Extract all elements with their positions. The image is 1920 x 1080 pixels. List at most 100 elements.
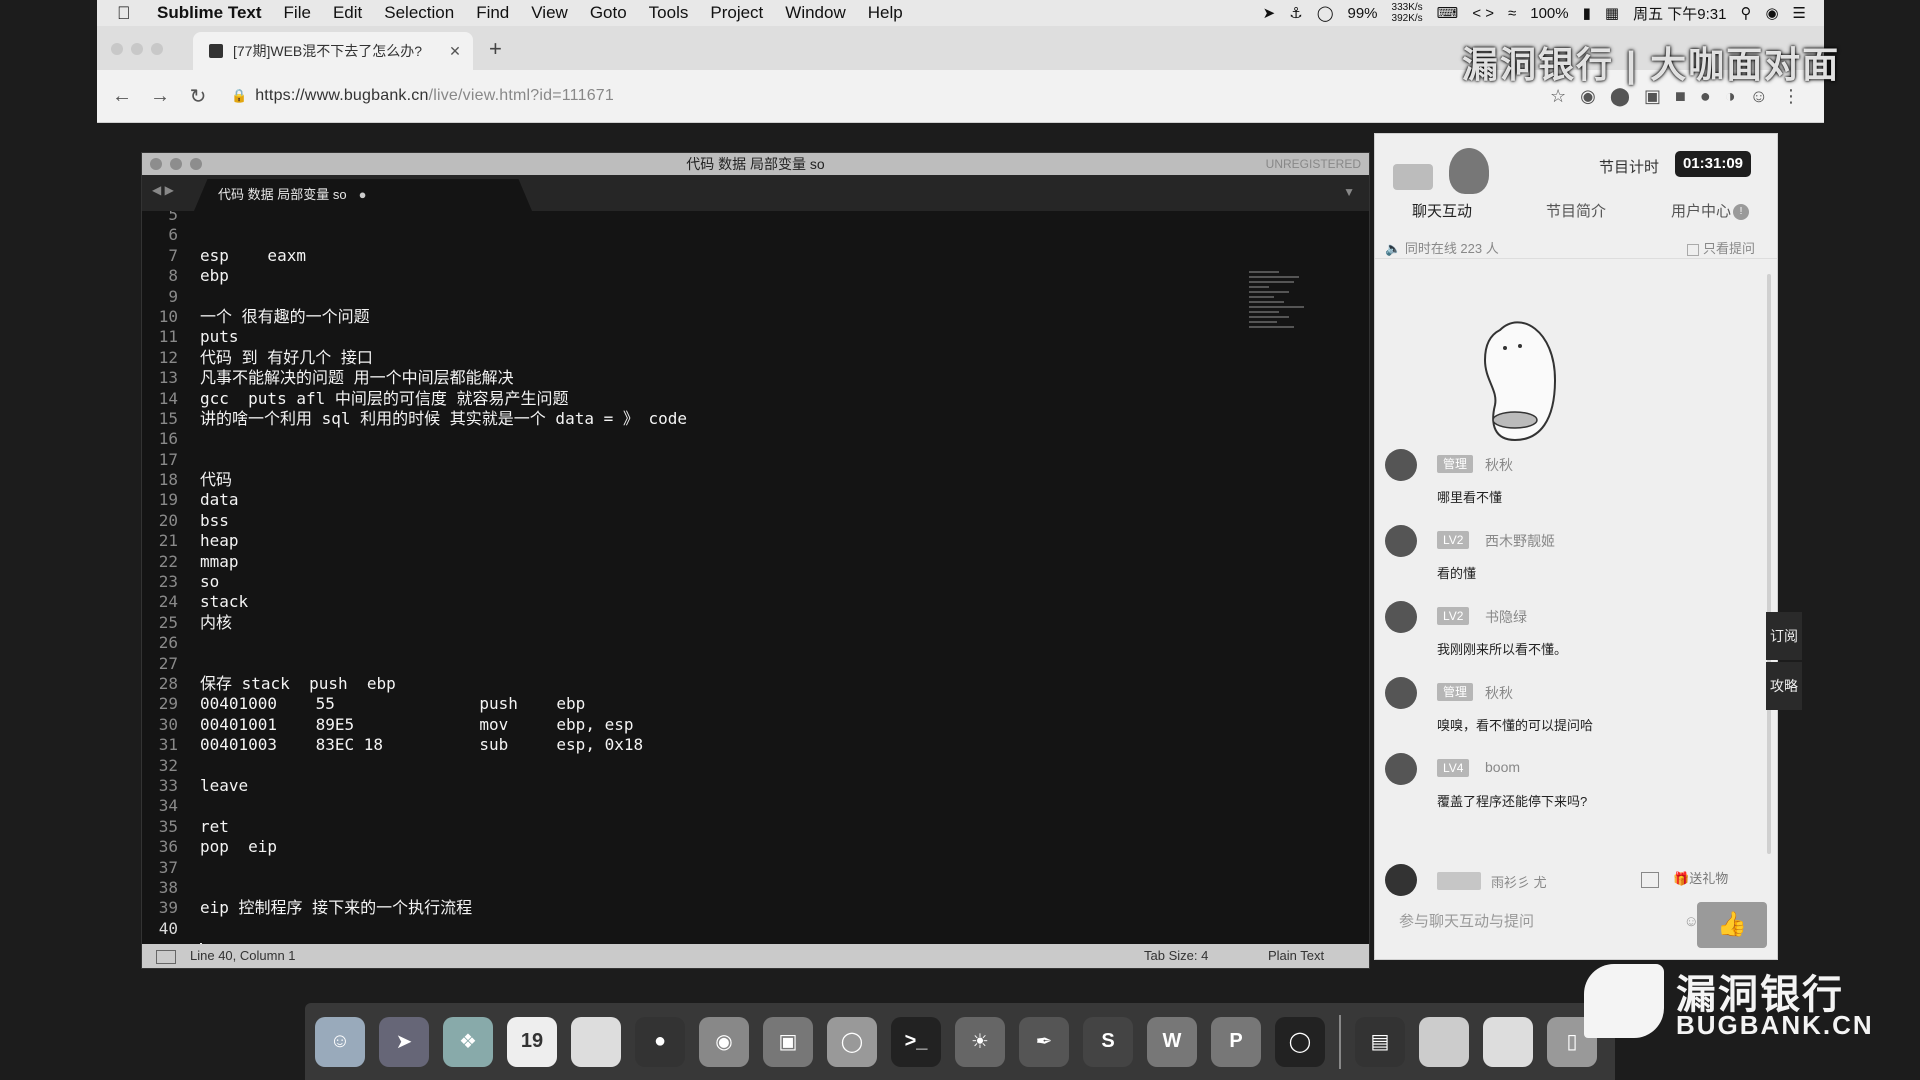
lock-icon[interactable]: 🔒 [231, 88, 247, 104]
ask-only-checkbox[interactable] [1686, 243, 1699, 256]
panel-toggle-icon[interactable] [156, 950, 176, 964]
extension-3-icon[interactable]: ▣ [1644, 86, 1661, 107]
launchpad-icon[interactable]: ➤ [379, 1016, 429, 1067]
username[interactable]: 秋秋 [1485, 455, 1513, 475]
code-line[interactable]: 32 [142, 756, 687, 776]
calendar-icon[interactable]: 19 [507, 1016, 557, 1067]
teamviewer-icon[interactable]: ▣ [763, 1016, 813, 1067]
code-line[interactable]: 25 内核 [142, 613, 687, 633]
code-line[interactable]: 6 [142, 225, 687, 245]
cleaner-icon[interactable]: ☀ [955, 1016, 1005, 1067]
tab-dropdown-icon[interactable]: ▼ [1343, 185, 1355, 199]
code-editor[interactable]: 5 6 7 esp eaxm 8 ebp 9 10 一个 很有趣的一个问题 11 puts 12 代码 … [142, 211, 1369, 944]
code-line[interactable]: 28 保存 stack push ebp [142, 674, 687, 694]
syntax-selector[interactable]: Plain Text [1268, 944, 1324, 968]
keyboard-icon[interactable]: ⌨ [1437, 4, 1459, 22]
like-button[interactable]: 👍 [1697, 902, 1767, 948]
screenshot-folder-icon[interactable] [1419, 1016, 1469, 1067]
code-line[interactable]: 39 eip 控制程序 接下来的一个执行流程 [142, 898, 687, 918]
circle-status-icon[interactable]: ◯ [1317, 4, 1334, 22]
battery-percent-a[interactable]: 99% [1348, 5, 1378, 22]
code-line[interactable]: 16 [142, 429, 687, 449]
send-gift-button[interactable]: 🎁送礼物 [1673, 868, 1728, 887]
extension-6-icon[interactable]: ◑ [1725, 86, 1736, 107]
code-line[interactable]: 40 [142, 919, 687, 939]
code-line[interactable]: 30 00401001 89E5 mov ebp, esp [142, 715, 687, 735]
username[interactable]: 西木野靓姬 [1485, 531, 1555, 551]
code-line[interactable]: 34 [142, 796, 687, 816]
finder-icon[interactable]: ☺ [315, 1016, 365, 1067]
sublime-zoom-button[interactable] [190, 158, 202, 170]
menu-selection[interactable]: Selection [384, 3, 454, 23]
code-line[interactable]: 20 bss [142, 511, 687, 531]
apple-menu-icon[interactable]:  [117, 3, 139, 24]
avatar[interactable] [1385, 525, 1417, 557]
battery-percent-b[interactable]: 100% [1530, 5, 1568, 22]
list-icon[interactable] [1641, 872, 1659, 888]
menu-edit[interactable]: Edit [333, 3, 362, 23]
current-user-avatar[interactable] [1385, 864, 1417, 896]
code-line[interactable]: 10 一个 很有趣的一个问题 [142, 307, 687, 327]
avatar[interactable] [1385, 753, 1417, 785]
new-tab-button[interactable]: + [489, 36, 502, 62]
menu-view[interactable]: View [531, 3, 568, 23]
ask-only-toggle[interactable]: 只看提问 [1686, 238, 1755, 257]
tab-program-intro[interactable]: 节目简介 [1509, 200, 1643, 230]
code-line[interactable]: 11 puts [142, 327, 687, 347]
code-line[interactable]: 21 heap [142, 531, 687, 551]
username[interactable]: boom [1485, 759, 1520, 775]
code-line[interactable]: 29 00401000 55 push ebp [142, 694, 687, 714]
notification-center-icon[interactable]: ☰ [1793, 4, 1806, 22]
more-menu-icon[interactable]: ⋮ [1782, 86, 1800, 107]
browser-tab[interactable]: [77期]WEB混不下去了怎么办? ✕ [193, 32, 473, 70]
zoom-window-button[interactable] [151, 43, 163, 55]
menu-file[interactable]: File [284, 3, 311, 23]
powerpoint-icon[interactable]: P [1211, 1016, 1261, 1067]
sublime-minimize-button[interactable] [170, 158, 182, 170]
tab-size-selector[interactable]: Tab Size: 4 [1144, 944, 1208, 968]
send-icon[interactable]: ➤ [1263, 4, 1276, 22]
back-arrow-icon[interactable]: ← [103, 85, 141, 108]
obs-icon[interactable]: ◯ [1275, 1016, 1325, 1067]
menu-project[interactable]: Project [710, 3, 763, 23]
code-line[interactable]: 13 凡事不能解决的问题 用一个中间层都能解决 [142, 368, 687, 388]
avatar[interactable] [1385, 449, 1417, 481]
menu-find[interactable]: Find [476, 3, 509, 23]
close-tab-icon[interactable]: ✕ [445, 43, 465, 60]
sublime-text-icon[interactable]: S [1083, 1016, 1133, 1067]
code-line[interactable]: 38 [142, 878, 687, 898]
avatar[interactable] [1385, 677, 1417, 709]
code-line[interactable]: 15 讲的啥一个利用 sql 利用的时候 其实就是一个 data = 》 code [142, 409, 687, 429]
pen-tool-icon[interactable]: ✒ [1019, 1016, 1069, 1067]
word-icon[interactable]: W [1147, 1016, 1197, 1067]
extension-4-icon[interactable]: ■ [1675, 86, 1686, 107]
profile-icon[interactable]: ☺ [1750, 86, 1768, 107]
code-line[interactable]: 37 [142, 858, 687, 878]
menu-goto[interactable]: Goto [590, 3, 627, 23]
code-line[interactable]: 5 [142, 211, 687, 225]
spotlight-search-icon[interactable]: ⚲ [1740, 4, 1751, 22]
sublime-file-tab[interactable]: 代码 数据 局部变量 so ● [194, 179, 532, 211]
tab-nav-arrows-icon[interactable]: ◀ ▶ [152, 183, 174, 197]
code-line[interactable]: 33 leave [142, 776, 687, 796]
chrome-icon[interactable]: ◯ [827, 1016, 877, 1067]
reload-icon[interactable]: ↻ [179, 84, 217, 109]
safari-icon[interactable]: ❖ [443, 1016, 493, 1067]
input-source-icon[interactable]: ▦ [1605, 4, 1619, 22]
qq-icon[interactable]: ● [635, 1016, 685, 1067]
code-line[interactable]: 12 代码 到 有好几个 接口 [142, 348, 687, 368]
notes-icon[interactable] [571, 1016, 621, 1067]
code-line[interactable]: 31 00401003 83EC 18 sub esp, 0x18 [142, 735, 687, 755]
wechat-icon[interactable]: ◉ [699, 1016, 749, 1067]
wifi-icon[interactable]: ≈ [1508, 5, 1516, 22]
code-line[interactable]: 19 data [142, 490, 687, 510]
clock[interactable]: 周五 下午9:31 [1633, 3, 1726, 24]
docker-icon[interactable]: ⚓ [1289, 4, 1302, 22]
code-line[interactable]: 8 ebp [142, 266, 687, 286]
code-brackets-icon[interactable]: < > [1472, 5, 1494, 22]
code-line[interactable]: 22 mmap [142, 552, 687, 572]
tab-user-center[interactable]: 用户中心! [1643, 200, 1777, 230]
extension-5-icon[interactable]: ● [1700, 86, 1711, 107]
username[interactable]: 书隐绿 [1485, 607, 1527, 627]
extension-1-icon[interactable]: ◉ [1580, 86, 1596, 107]
